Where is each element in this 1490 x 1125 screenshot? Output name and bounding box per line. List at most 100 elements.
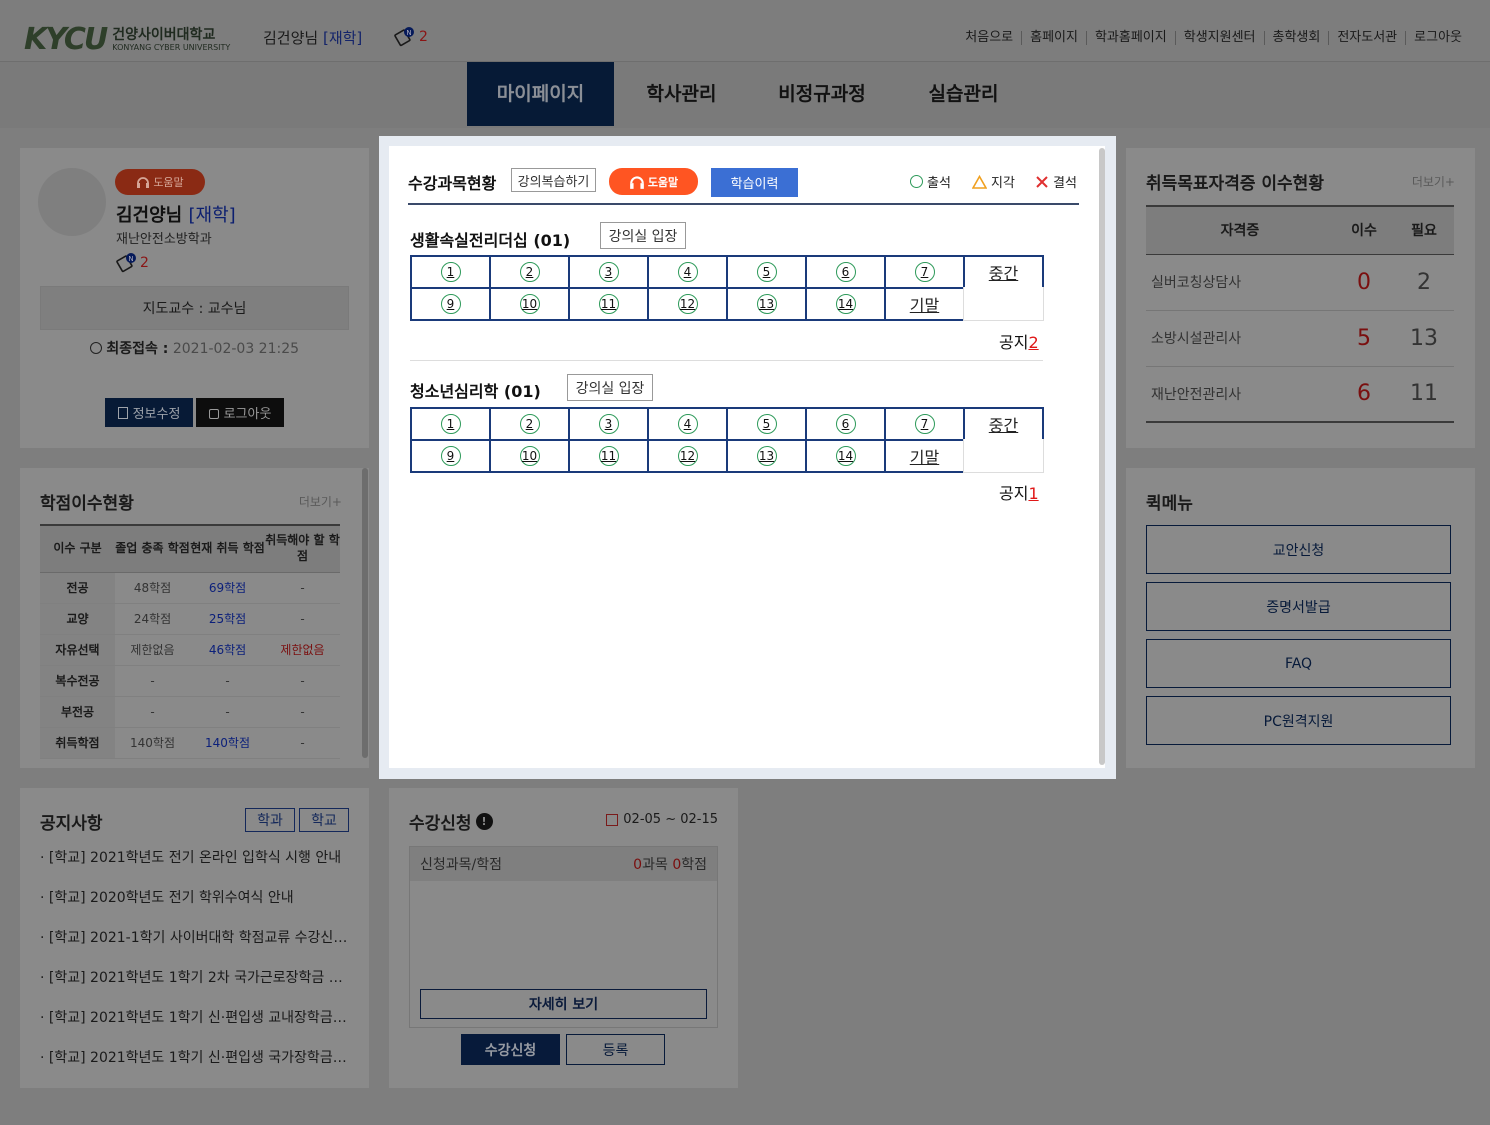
week-cell[interactable]: 4 <box>647 407 728 441</box>
top-link-homepage[interactable]: 홈페이지 <box>1021 31 1086 45</box>
week-cell[interactable]: 13 <box>726 287 807 321</box>
week-cell[interactable]: 10 <box>489 287 570 321</box>
learning-history-button[interactable]: 학습이력 <box>711 168 798 197</box>
week-cell[interactable]: 12 <box>647 287 728 321</box>
list-item[interactable]: · [학교] 2021학년도 1학기 2차 국가근로장학금 신청 안내 <box>40 967 350 987</box>
week-cell[interactable]: 5 <box>726 407 807 441</box>
enroll-period: 02-05 ~ 02-15 <box>606 812 718 827</box>
headset-icon <box>629 175 644 189</box>
tab-dept[interactable]: 학과 <box>245 808 295 832</box>
list-item[interactable]: · [학교] 2021학년도 1학기 신·편입생 교내장학금 안내 <box>40 1007 350 1027</box>
quick-lecture-notes-button[interactable]: 교안신청 <box>1146 525 1451 574</box>
credits-scrollbar[interactable] <box>362 468 368 758</box>
week-cell[interactable]: 6 <box>805 407 886 441</box>
modal-scrollbar[interactable] <box>1099 148 1105 765</box>
course-notice[interactable]: 공지2 <box>999 329 1039 353</box>
week-cell[interactable]: 1 <box>410 255 491 289</box>
week-cell[interactable]: 9 <box>410 439 491 473</box>
main-nav: 마이페이지 학사관리 비정규과정 실습관리 <box>0 62 1490 128</box>
legend-absent: 결석 <box>1035 172 1077 191</box>
table-row: 교양 24학점 25학점 - <box>40 603 340 635</box>
quick-title: 퀵메뉴 <box>1146 494 1193 514</box>
tab-school[interactable]: 학교 <box>299 808 349 832</box>
week-cell[interactable]: 14 <box>805 287 886 321</box>
table-row: 전공 48학점 69학점 - <box>40 572 340 604</box>
week-cell[interactable]: 11 <box>568 439 649 473</box>
nav-mypage[interactable]: 마이페이지 <box>467 62 614 126</box>
notice-title: 공지사항 <box>40 814 103 834</box>
midterm-cell[interactable]: 중간 <box>963 407 1044 441</box>
week-cell[interactable]: 2 <box>489 255 570 289</box>
course-name: 생활속실전리더십 (01) <box>410 231 571 250</box>
edit-info-button[interactable]: 정보수정 <box>105 398 193 427</box>
nav-practicum[interactable]: 실습관리 <box>895 62 1032 126</box>
circle-icon <box>910 175 923 188</box>
top-link-student-center[interactable]: 학생지원센터 <box>1174 31 1264 45</box>
nav-non-degree[interactable]: 비정규과정 <box>752 62 892 126</box>
week-grid: 1 2 3 4 5 6 7 중간 9 10 11 12 13 14 기말 <box>410 255 1044 321</box>
credits-more-link[interactable]: 더보기+ <box>299 493 342 510</box>
note-new-icon: N <box>116 253 136 273</box>
logo[interactable]: KYCU 건양사이버대학교 KONYANG CYBER UNIVERSITY <box>24 22 230 57</box>
cert-title: 취득목표자격증 이수현황 <box>1146 174 1324 194</box>
week-cell[interactable]: 7 <box>884 407 965 441</box>
top-link-home[interactable]: 처음으로 <box>957 31 1021 45</box>
final-cell[interactable]: 기말 <box>884 287 965 321</box>
enroll-apply-button[interactable]: 수강신청 <box>461 1034 560 1065</box>
lock-icon <box>208 409 219 419</box>
credits-title: 학점이수현황 <box>40 494 134 514</box>
week-cell[interactable]: 1 <box>410 407 491 441</box>
empty-cell <box>963 439 1044 473</box>
nav-academic[interactable]: 학사관리 <box>614 62 749 126</box>
top-link-logout[interactable]: 로그아웃 <box>1405 31 1470 45</box>
enroll-register-button[interactable]: 등록 <box>566 1034 665 1065</box>
top-link-library[interactable]: 전자도서관 <box>1328 31 1405 45</box>
profile-logout-button[interactable]: 로그아웃 <box>196 398 284 427</box>
week-grid: 1 2 3 4 5 6 7 중간 9 10 11 12 13 14 기말 <box>410 407 1044 473</box>
week-cell[interactable]: 10 <box>489 439 570 473</box>
final-cell[interactable]: 기말 <box>884 439 965 473</box>
week-cell[interactable]: 4 <box>647 255 728 289</box>
week-cell[interactable]: 13 <box>726 439 807 473</box>
credits-table: 이수 구분 졸업 충족 학점 현재 취득 학점 취득해야 할 학점 전공 48학점… <box>40 526 340 759</box>
quick-certificate-button[interactable]: 증명서발급 <box>1146 582 1451 631</box>
notice-card: 공지사항 학과 학교 · [학교] 2021학년도 전기 온라인 입학식 시행 … <box>20 788 369 1088</box>
modal-help-button[interactable]: 도움말 <box>609 168 698 195</box>
week-cell[interactable]: 12 <box>647 439 728 473</box>
header-new-badge[interactable]: N 2 <box>394 26 428 48</box>
enroll-title: 수강신청 <box>409 814 472 834</box>
advisor-box: 지도교수 : 교수님 <box>40 286 349 330</box>
week-cell[interactable]: 9 <box>410 287 491 321</box>
quick-faq-button[interactable]: FAQ <box>1146 639 1451 688</box>
list-item[interactable]: · [학교] 2021학년도 전기 온라인 입학식 시행 안내 <box>40 847 350 867</box>
cert-more-link[interactable]: 더보기+ <box>1412 173 1455 190</box>
header-user: 김건양님 [재학] <box>263 27 362 48</box>
week-cell[interactable]: 6 <box>805 255 886 289</box>
list-item[interactable]: · [학교] 2020학년도 전기 학위수여식 안내 <box>40 887 350 907</box>
enter-classroom-button[interactable]: 강의실 입장 <box>567 374 653 401</box>
quick-remote-support-button[interactable]: PC원격지원 <box>1146 696 1451 745</box>
midterm-cell[interactable]: 중간 <box>963 255 1044 289</box>
week-cell[interactable]: 3 <box>568 255 649 289</box>
top-header: KYCU 건양사이버대학교 KONYANG CYBER UNIVERSITY 김… <box>0 0 1490 62</box>
week-cell[interactable]: 7 <box>884 255 965 289</box>
info-icon[interactable]: ! <box>475 813 493 830</box>
week-cell[interactable]: 3 <box>568 407 649 441</box>
week-cell[interactable]: 5 <box>726 255 807 289</box>
week-cell[interactable]: 2 <box>489 407 570 441</box>
enroll-detail-button[interactable]: 자세히 보기 <box>420 989 707 1019</box>
week-cell[interactable]: 14 <box>805 439 886 473</box>
profile-help-button[interactable]: 도움말 <box>115 169 205 195</box>
list-item[interactable]: · [학교] 2021-1학기 사이버대학 학점교류 수강신청 안내 <box>40 927 350 947</box>
top-link-dept-homepage[interactable]: 학과홈페이지 <box>1085 31 1175 45</box>
week-cell[interactable]: 11 <box>568 287 649 321</box>
profile-new-badge[interactable]: N 2 <box>116 252 149 274</box>
course-notice[interactable]: 공지1 <box>999 480 1039 504</box>
logo-english: KONYANG CYBER UNIVERSITY <box>112 42 231 52</box>
header-user-name: 김건양님 <box>263 29 319 47</box>
list-item[interactable]: · [학교] 2021학년도 1학기 신·편입생 국가장학금 안내 <box>40 1047 350 1067</box>
top-link-student-council[interactable]: 총학생회 <box>1263 31 1329 45</box>
review-lecture-button[interactable]: 강의복습하기 <box>511 168 596 192</box>
legend-attend: 출석 <box>910 172 951 191</box>
enter-classroom-button[interactable]: 강의실 입장 <box>600 222 686 249</box>
